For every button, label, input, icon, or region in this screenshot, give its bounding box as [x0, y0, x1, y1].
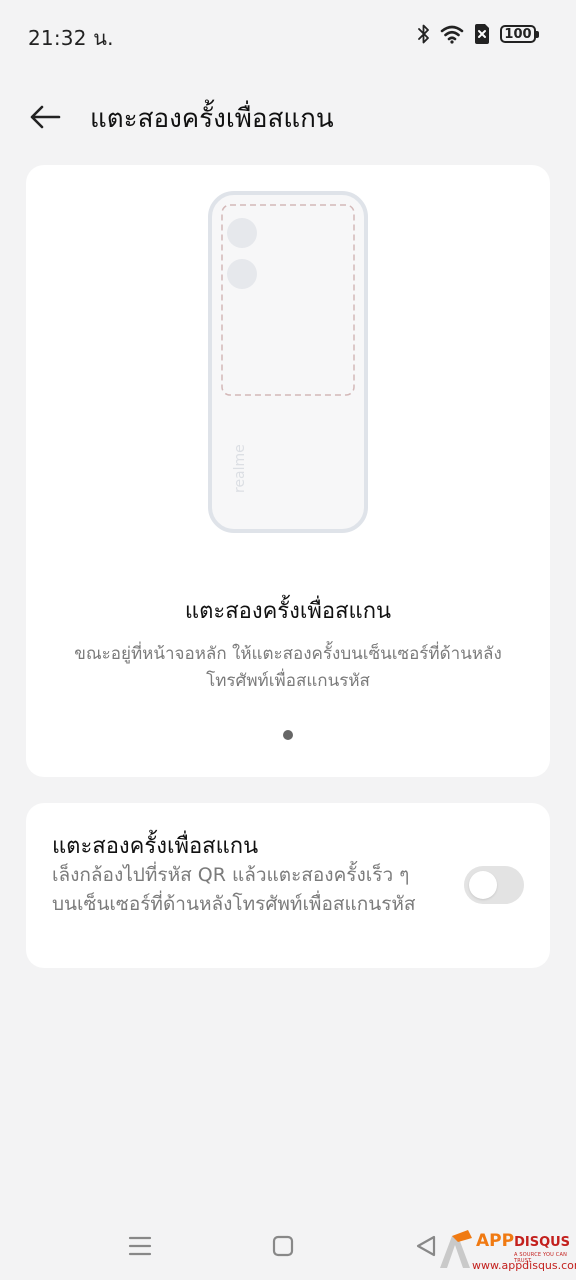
back-button[interactable] — [24, 96, 66, 138]
phone-brand-text: realme — [232, 444, 248, 493]
status-time: 21:32 น. — [28, 26, 114, 50]
intro-card: realme แตะสองครั้งเพื่อสแกน ขณะอยู่ที่หน… — [26, 165, 550, 777]
phone-illustration: realme — [208, 191, 368, 533]
setting-title: แตะสองครั้งเพื่อสแกน — [52, 834, 259, 859]
back-arrow-icon — [30, 105, 61, 129]
page-title: แตะสองครั้งเพื่อสแกน — [90, 104, 334, 134]
watermark: APPDISQUS A SOURCE YOU CAN TRUST www.app… — [434, 1226, 576, 1280]
appdisqus-logo-icon — [440, 1230, 472, 1268]
home-button[interactable] — [263, 1228, 303, 1264]
page-indicator-dot — [283, 730, 293, 740]
watermark-url: www.appdisqus.com — [472, 1259, 576, 1272]
status-bar: 21:32 น. 100 — [0, 0, 576, 64]
menu-icon — [128, 1236, 152, 1256]
toggle-knob — [469, 871, 497, 899]
app-bar: แตะสองครั้งเพื่อสแกน — [0, 88, 576, 144]
intro-description: ขณะอยู่ที่หน้าจอหลัก ให้แตะสองครั้งบนเซ็… — [74, 644, 502, 691]
bluetooth-icon — [418, 24, 430, 44]
status-icons: 100 — [418, 22, 539, 46]
setting-card[interactable]: แตะสองครั้งเพื่อสแกน เล็งกล้องไปที่รหัส … — [26, 803, 550, 968]
home-icon — [272, 1235, 294, 1257]
watermark-brand: APPDISQUS — [476, 1231, 571, 1251]
sim-blocked-icon — [474, 23, 490, 45]
menu-button[interactable] — [120, 1228, 160, 1264]
double-tap-toggle[interactable] — [464, 866, 524, 904]
battery-icon: 100 — [500, 25, 539, 43]
wifi-icon — [440, 24, 464, 44]
setting-description: เล็งกล้องไปที่รหัส QR แล้วแตะสองครั้งเร็… — [52, 864, 416, 915]
intro-title: แตะสองครั้งเพื่อสแกน — [184, 599, 392, 624]
